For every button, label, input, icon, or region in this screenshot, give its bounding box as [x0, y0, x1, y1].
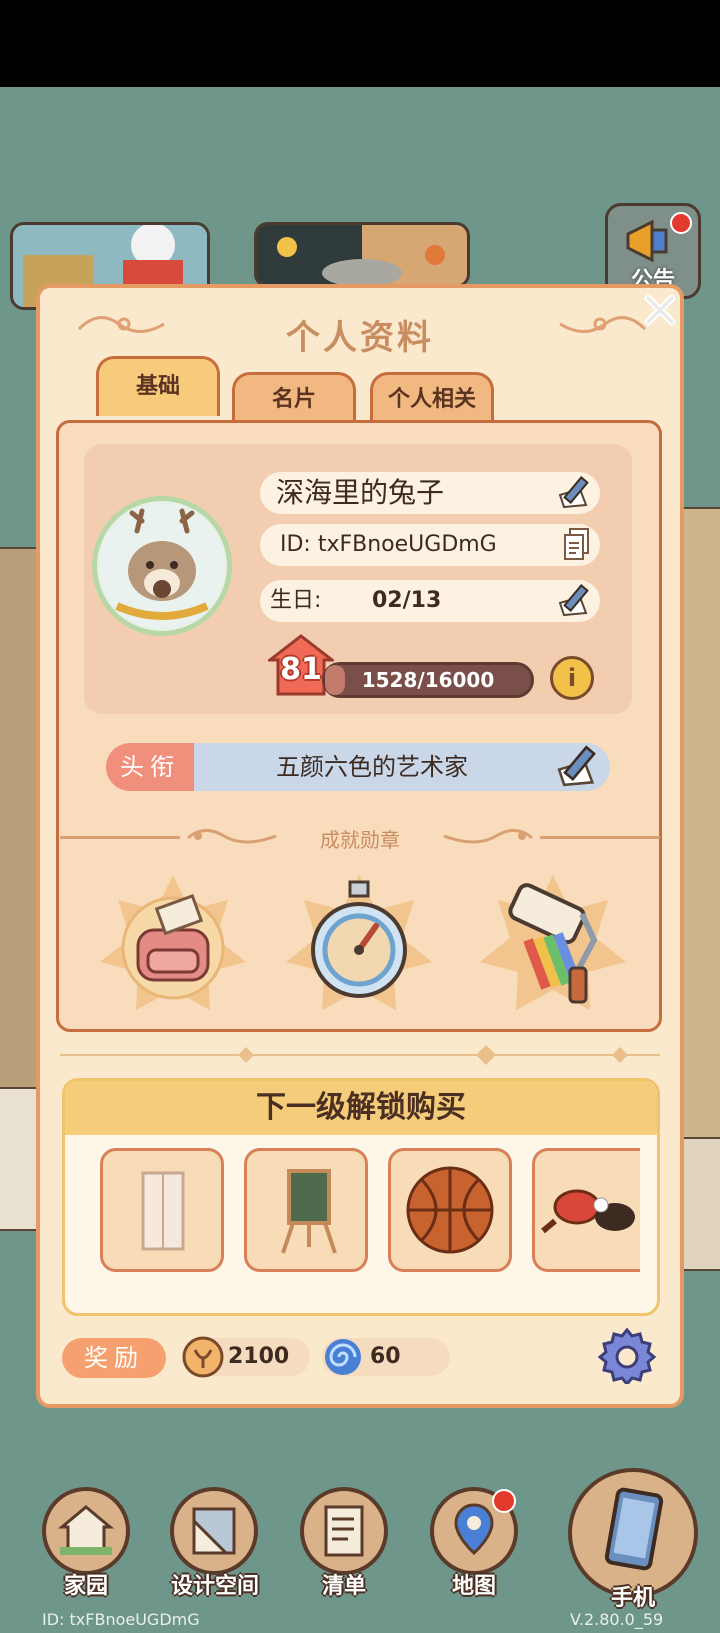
achievements-divider-right	[540, 836, 660, 839]
day-night-indicator	[254, 222, 470, 288]
unlock-item-ping-pong[interactable]	[532, 1148, 640, 1272]
nickname-text: 深海里的兔子	[276, 476, 445, 509]
nav-map-label: 地图	[451, 1574, 496, 1599]
map-notification-dot	[492, 1489, 516, 1513]
nav-home-button[interactable]	[42, 1487, 130, 1575]
user-id-field: ID: txFBnoeUGDmG	[260, 524, 600, 566]
coin-reward: 2100	[182, 1336, 310, 1378]
divider-diamond-right	[612, 1047, 628, 1063]
ping-pong-paddle-icon	[541, 1189, 635, 1234]
nav-phone-button[interactable]	[568, 1468, 698, 1598]
notification-dot	[670, 212, 692, 234]
nav-list-label: 清单	[321, 1574, 366, 1599]
unlock-item-basketball[interactable]	[388, 1148, 512, 1272]
easel-board-icon	[281, 1169, 337, 1254]
user-id-text: ID: txFBnoeUGDmG	[280, 532, 497, 557]
paint-roller-badge-icon[interactable]	[478, 870, 628, 1020]
tab-basic[interactable]: 基础	[96, 356, 220, 416]
nav-design-space-button[interactable]	[170, 1487, 258, 1575]
edit-pencil-icon[interactable]	[556, 475, 592, 511]
right-flourish-ornament	[559, 316, 647, 333]
unlock-item-wardrobe[interactable]	[100, 1148, 224, 1272]
nav-phone-label: 手机	[610, 1586, 655, 1611]
birthday-field: 生日: 02/13	[260, 580, 600, 622]
coin-icon	[182, 1336, 224, 1378]
settings-gear-icon[interactable]	[598, 1326, 656, 1384]
armchair-badge-icon[interactable]	[98, 870, 248, 1020]
divider-diamond-left	[238, 1047, 254, 1063]
design-ruler-icon	[192, 1507, 236, 1555]
unlock-item-easel-board[interactable]	[244, 1148, 368, 1272]
stopwatch-badge-icon[interactable]	[284, 870, 434, 1020]
copy-icon[interactable]	[562, 527, 592, 563]
nav-home-label: 家园	[63, 1574, 108, 1599]
xp-progress-bar: 1528/16000	[322, 662, 534, 698]
birthday-value: 02/13	[372, 588, 442, 613]
close-icon[interactable]	[640, 290, 680, 330]
checklist-icon	[324, 1505, 364, 1557]
basketball-icon	[406, 1166, 494, 1254]
nav-map-button[interactable]	[430, 1487, 518, 1575]
tab-personal[interactable]: 个人相关	[370, 372, 494, 424]
unlock-heading: 下一级解锁购买	[65, 1081, 657, 1135]
info-icon: i	[567, 664, 577, 692]
wardrobe-icon	[141, 1171, 185, 1251]
phone-icon	[604, 1487, 664, 1571]
edit-pencil-icon[interactable]	[556, 583, 592, 619]
nav-design-space-label: 设计空间	[170, 1574, 259, 1599]
home-icon	[57, 1505, 115, 1555]
right-ornament	[443, 829, 533, 844]
divider-diamond-center	[476, 1045, 496, 1065]
footer-version: V.2.80.0_59	[570, 1610, 664, 1629]
avatar[interactable]	[92, 496, 232, 636]
gem-reward-amount: 60	[370, 1344, 401, 1369]
footer-user-id: ID: txFBnoeUGDmG	[42, 1610, 200, 1629]
birthday-label: 生日:	[270, 588, 322, 613]
status-bar	[0, 0, 720, 87]
coin-reward-amount: 2100	[228, 1344, 290, 1369]
nav-list-button[interactable]	[300, 1487, 388, 1575]
nickname-field: 深海里的兔子	[260, 472, 600, 514]
reward-label: 奖励	[62, 1338, 166, 1378]
title-value: 五颜六色的艺术家	[194, 743, 610, 791]
swirl-gem-icon	[325, 1339, 361, 1375]
gem-reward: 60	[322, 1338, 450, 1376]
xp-text: 1528/16000	[361, 668, 495, 692]
info-button[interactable]: i	[550, 656, 594, 700]
tab-card[interactable]: 名片	[232, 372, 356, 424]
section-divider	[60, 1054, 660, 1056]
deer-avatar-icon	[100, 504, 224, 628]
edit-title-pencil-icon[interactable]	[552, 744, 602, 790]
title-label: 头衔	[106, 743, 194, 791]
